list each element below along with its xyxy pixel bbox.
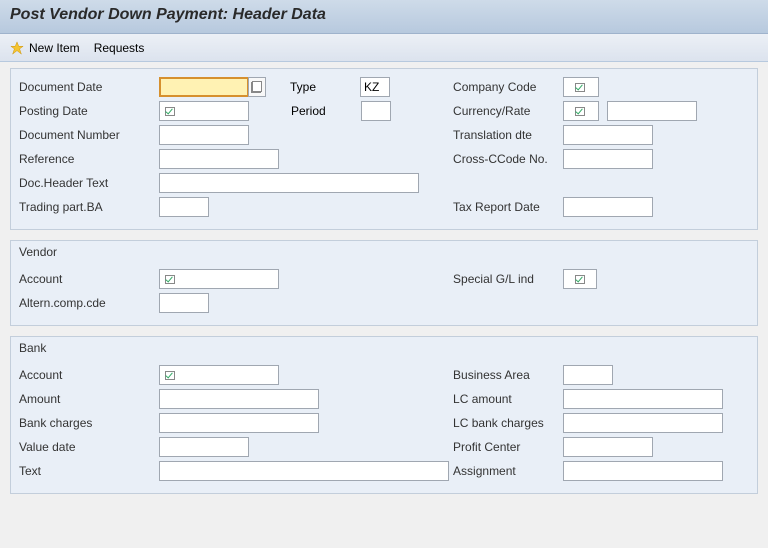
type-label: Type (290, 80, 360, 94)
translation-dte-input[interactable] (563, 125, 653, 145)
value-date-label: Value date (19, 440, 159, 454)
assignment-label: Assignment (453, 464, 563, 478)
doc-date-help-icon[interactable] (248, 77, 266, 97)
posting-date-label: Posting Date (19, 104, 159, 118)
bank-block: Bank Account Business Area Amount (10, 336, 758, 494)
reference-input[interactable] (159, 149, 279, 169)
rate-input[interactable] (607, 101, 697, 121)
reference-label: Reference (19, 152, 159, 166)
profit-center-label: Profit Center (453, 440, 563, 454)
new-item-button[interactable]: New Item (10, 41, 80, 55)
doc-number-label: Document Number (19, 128, 159, 142)
tool-bar: New Item Requests (0, 34, 768, 62)
special-gl-input[interactable] (563, 269, 597, 289)
text-input[interactable] (159, 461, 449, 481)
vendor-account-input[interactable] (159, 269, 279, 289)
main: Document Date Type Company Code Posting … (0, 62, 768, 510)
doc-date-input[interactable] (159, 77, 249, 97)
new-item-icon (10, 41, 24, 55)
period-label: Period (291, 104, 361, 118)
requests-button[interactable]: Requests (94, 41, 145, 55)
tax-report-input[interactable] (563, 197, 653, 217)
doc-date-label: Document Date (19, 80, 159, 94)
text-label: Text (19, 464, 159, 478)
bank-title: Bank (11, 337, 757, 361)
type-input[interactable] (360, 77, 390, 97)
period-input[interactable] (361, 101, 391, 121)
amount-label: Amount (19, 392, 159, 406)
altern-comp-label: Altern.comp.cde (19, 296, 159, 310)
page-title: Post Vendor Down Payment: Header Data (10, 6, 758, 24)
company-code-input[interactable] (563, 77, 599, 97)
amount-input[interactable] (159, 389, 319, 409)
trading-part-label: Trading part.BA (19, 200, 159, 214)
value-date-input[interactable] (159, 437, 249, 457)
lc-amount-label: LC amount (453, 392, 563, 406)
bank-account-input[interactable] (159, 365, 279, 385)
cross-ccode-input[interactable] (563, 149, 653, 169)
cross-ccode-label: Cross-CCode No. (453, 152, 563, 166)
company-code-label: Company Code (453, 80, 563, 94)
currency-input[interactable] (563, 101, 599, 121)
bank-account-label: Account (19, 368, 159, 382)
header-block: Document Date Type Company Code Posting … (10, 68, 758, 230)
bank-charges-label: Bank charges (19, 416, 159, 430)
title-bar: Post Vendor Down Payment: Header Data (0, 0, 768, 34)
posting-date-input[interactable] (159, 101, 249, 121)
special-gl-label: Special G/L ind (453, 272, 563, 286)
trading-part-input[interactable] (159, 197, 209, 217)
new-item-label: New Item (29, 41, 80, 55)
tax-report-label: Tax Report Date (453, 200, 563, 214)
profit-center-input[interactable] (563, 437, 653, 457)
assignment-input[interactable] (563, 461, 723, 481)
business-area-label: Business Area (453, 368, 563, 382)
doc-header-text-label: Doc.Header Text (19, 176, 159, 190)
lc-bank-charges-input[interactable] (563, 413, 723, 433)
vendor-block: Vendor Account Special G/L ind Altern.co… (10, 240, 758, 326)
translation-dte-label: Translation dte (453, 128, 563, 142)
vendor-title: Vendor (11, 241, 757, 265)
vendor-account-label: Account (19, 272, 159, 286)
altern-comp-input[interactable] (159, 293, 209, 313)
currency-rate-label: Currency/Rate (453, 104, 563, 118)
doc-number-input[interactable] (159, 125, 249, 145)
requests-label: Requests (94, 41, 145, 55)
business-area-input[interactable] (563, 365, 613, 385)
lc-amount-input[interactable] (563, 389, 723, 409)
lc-bank-charges-label: LC bank charges (453, 416, 563, 430)
bank-charges-input[interactable] (159, 413, 319, 433)
doc-header-text-input[interactable] (159, 173, 419, 193)
